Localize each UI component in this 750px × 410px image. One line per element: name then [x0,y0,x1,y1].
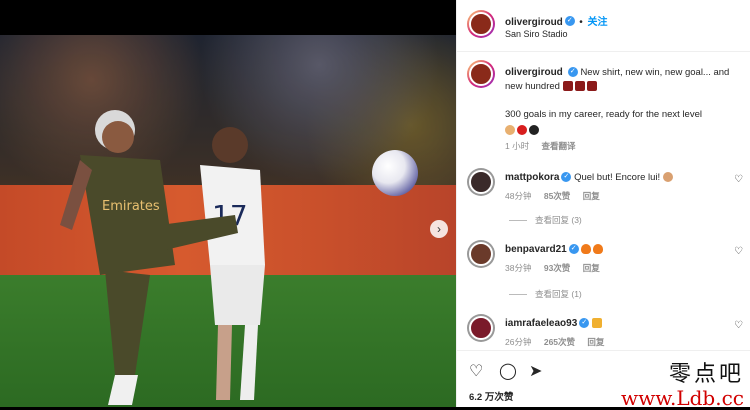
red-circle-emoji-icon [517,125,527,136]
heart-emoji-icon [586,81,597,92]
comment-username[interactable]: iamrafaeleao93 [505,318,577,329]
caption-line2-text: 300 goals in my career, ready for the ne… [505,109,702,120]
comment-likes[interactable]: 85次赞 [544,191,570,201]
view-replies-button[interactable]: 查看回复 (1) [509,288,582,300]
caption-username[interactable]: olivergiroud [505,67,563,78]
post-image: 17 Emirates [0,35,456,407]
watermark-url: www.Ldb.cc [621,386,744,410]
muscle-emoji-icon [505,125,515,136]
post-header: olivergiroud ✓ • 关注 San Siro Stadio [457,0,750,52]
emoji-icon [662,172,673,183]
fire-emoji-icon [581,244,592,255]
comment-username[interactable]: benpavard21 [505,244,567,255]
header-user-row: olivergiroud ✓ • 关注 [505,12,608,30]
black-circle-emoji-icon [529,125,539,136]
comment-meta: 26分钟 265次赞 回复 [505,336,614,348]
heart-icon[interactable]: ♡ [734,246,743,257]
avatar[interactable] [467,10,495,38]
football [372,150,418,196]
comment-username[interactable]: mattpokora [505,172,559,183]
post-photo[interactable]: 17 Emirates › [0,0,456,407]
comment-meta: 48分钟 85次赞 回复 [505,190,610,202]
caption-avatar[interactable] [467,60,495,88]
caption-text: olivergiroud ✓ New shirt, new win, new go… [505,66,741,94]
fire-emoji-icon [593,244,604,255]
caption-meta: 1 小时 查看翻译 [505,140,585,152]
username-link[interactable]: olivergiroud [505,17,563,28]
striker-figure: Emirates [60,110,238,405]
heart-icon[interactable]: ♡ [734,320,743,331]
caption-line2: 300 goals in my career, ready for the ne… [505,108,741,138]
verified-icon: ✓ [564,15,575,26]
svg-text:Emirates: Emirates [102,199,160,214]
comment-meta: 38分钟 93次赞 回复 [505,262,610,274]
reply-divider [509,294,527,296]
comment-icon[interactable]: ◯ [499,361,517,381]
verified-icon: ✓ [568,244,579,255]
comment-time: 26分钟 [505,337,532,347]
view-replies-label: 查看回复 (1) [535,289,582,299]
comments-list[interactable]: olivergiroud ✓ New shirt, new win, new go… [457,52,750,350]
comment-time: 48分钟 [505,191,532,201]
reply-divider [509,220,527,222]
comment-time: 38分钟 [505,263,532,273]
post-side-panel: olivergiroud ✓ • 关注 San Siro Stadio olive… [456,0,750,410]
location-link[interactable]: San Siro Stadio [505,29,568,39]
verified-icon: ✓ [567,67,578,78]
verified-icon: ✓ [579,318,590,329]
view-replies-button[interactable]: 查看回复 (3) [509,214,582,226]
verified-icon: ✓ [561,172,572,183]
site-watermark: 零点吧 www.Ldb.cc [621,356,744,410]
comment-avatar[interactable] [467,314,495,342]
comment-likes[interactable]: 93次赞 [544,263,570,273]
view-replies-label: 查看回复 (3) [535,215,582,225]
heart-icon[interactable]: ♡ [469,361,483,381]
reply-button[interactable]: 回复 [583,263,600,273]
heart-emoji-icon [562,81,573,92]
follow-button[interactable]: 关注 [588,17,608,28]
like-count[interactable]: 6.2 万次赞 [469,389,513,403]
comment-text: Quel but! Encore lui! [574,172,661,183]
caption-time: 1 小时 [505,141,530,151]
chevron-right-icon[interactable]: › [430,220,448,238]
reply-button[interactable]: 回复 [583,191,600,201]
heart-icon[interactable]: ♡ [734,174,743,185]
comment-body: benpavard21 ✓ [505,244,725,255]
comment-body: iamrafaeleao93 ✓ [505,318,725,329]
share-icon[interactable]: ➤ [529,361,542,381]
comment-body: mattpokora ✓ Quel but! Encore lui! [505,172,725,183]
dot-separator: • [579,17,586,28]
comment-avatar[interactable] [467,168,495,196]
comment-likes[interactable]: 265次赞 [544,337,575,347]
reply-button[interactable]: 回复 [587,337,604,347]
caption-emoji-row [505,124,741,138]
heart-emoji-icon [574,81,585,92]
comment-avatar[interactable] [467,240,495,268]
gift-emoji-icon [591,318,602,329]
translate-link[interactable]: 查看翻译 [541,141,575,151]
instagram-post-view: 17 Emirates › olivergiroud ✓ • 关注 San Si… [0,0,750,410]
watermark-cn: 零点吧 [668,362,744,387]
